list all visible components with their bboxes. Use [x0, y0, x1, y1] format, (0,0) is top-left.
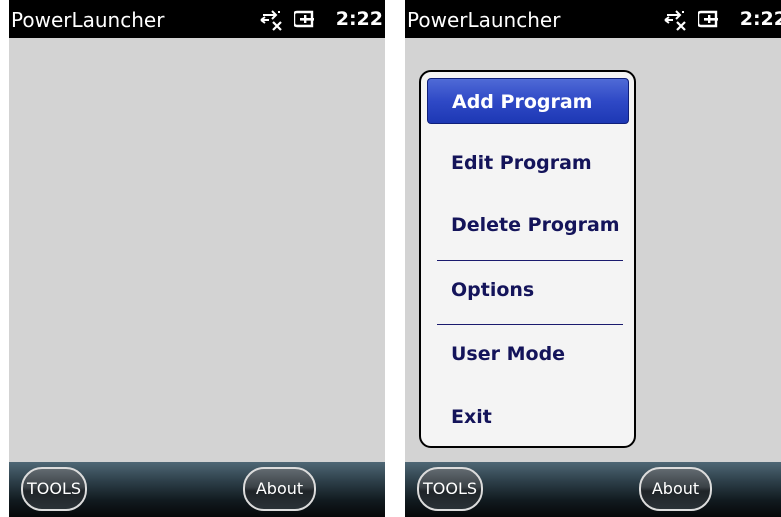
title-bar: PowerLauncher 2:22: [405, 0, 781, 38]
menu-item-edit-program[interactable]: Edit Program: [427, 140, 629, 186]
menu-item-user-mode[interactable]: User Mode: [427, 331, 629, 377]
right-screen: PowerLauncher 2:22 Add Program Edit Prog…: [405, 0, 781, 517]
battery-charging-icon[interactable]: [292, 8, 316, 34]
left-screen: PowerLauncher 2:22 TOOLS About: [9, 0, 385, 517]
about-button[interactable]: About: [639, 467, 712, 511]
menu-item-options[interactable]: Options: [427, 267, 629, 313]
clock: 2:22: [335, 8, 383, 30]
sync-disconnected-icon[interactable]: [260, 8, 286, 36]
tools-button[interactable]: TOOLS: [417, 467, 483, 511]
tools-button[interactable]: TOOLS: [21, 467, 87, 511]
tools-menu: Add Program Edit Program Delete Program …: [419, 70, 636, 448]
status-tray: 2:22: [260, 0, 385, 38]
menu-divider: [437, 260, 623, 261]
bottom-toolbar: TOOLS About: [405, 462, 781, 517]
menu-item-delete-program[interactable]: Delete Program: [427, 202, 629, 248]
clock: 2:22: [739, 8, 781, 30]
about-button[interactable]: About: [243, 467, 316, 511]
app-title: PowerLauncher: [407, 8, 561, 32]
bottom-toolbar: TOOLS About: [9, 462, 385, 517]
main-content: [9, 38, 385, 462]
menu-item-add-program[interactable]: Add Program: [427, 78, 629, 124]
battery-charging-icon[interactable]: [696, 8, 720, 34]
title-bar: PowerLauncher 2:22: [9, 0, 385, 38]
sync-disconnected-icon[interactable]: [664, 8, 690, 36]
menu-divider: [437, 324, 623, 325]
menu-item-exit[interactable]: Exit: [427, 394, 629, 440]
app-title: PowerLauncher: [11, 8, 165, 32]
status-tray: 2:22: [664, 0, 781, 38]
